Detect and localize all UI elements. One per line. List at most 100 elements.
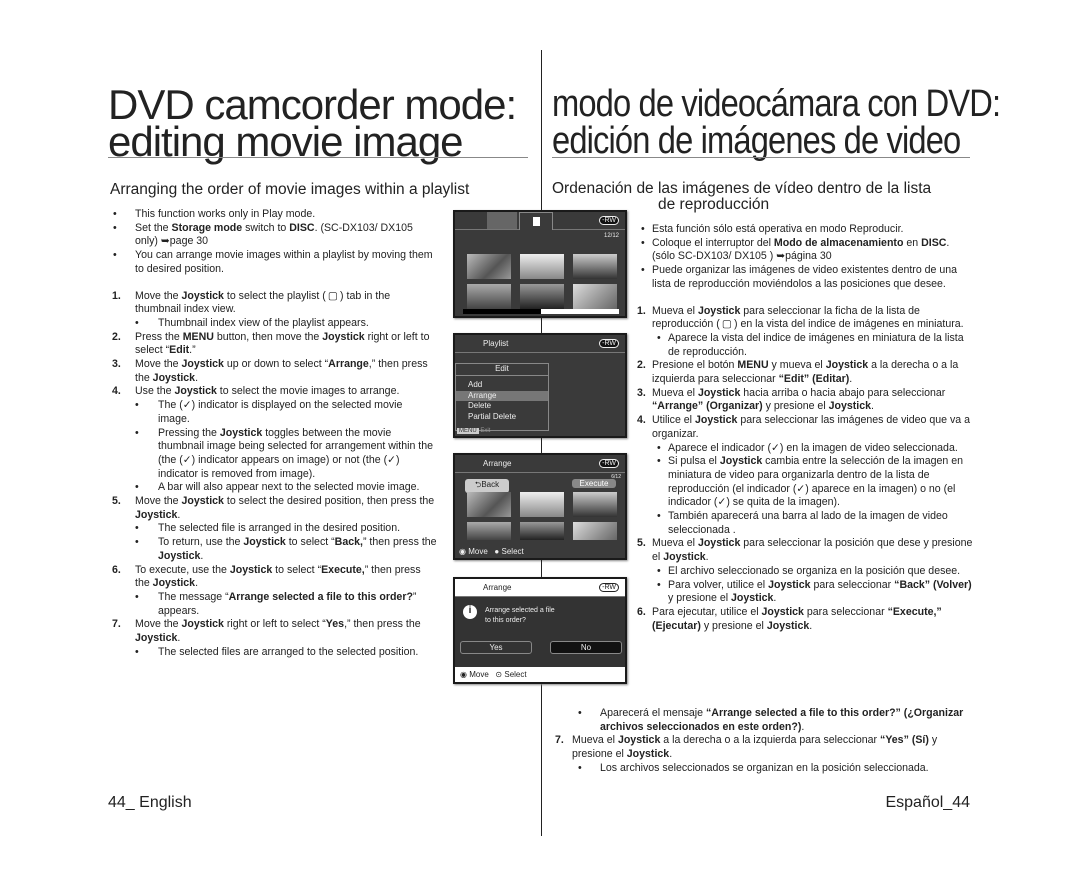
- move-hint: Move: [469, 670, 489, 679]
- text-fragment: .: [801, 720, 805, 733]
- spanish-instructions-continued: • Aparecerá el mensaje “Arrange selected …: [555, 707, 973, 776]
- text-fragment: .: [195, 371, 199, 384]
- spanish-instructions: • Esta función sólo está operativa en mod…: [637, 223, 973, 633]
- exit-label: Exit: [480, 428, 491, 434]
- numbered-step: 4. Use the Joystick to select the movie i…: [112, 385, 437, 399]
- back-button[interactable]: ⮌Back: [465, 479, 509, 493]
- thumbnail[interactable]: [520, 522, 564, 540]
- connector: [541, 560, 542, 577]
- bullet-item: • The message “Arrange selected a file to…: [112, 591, 437, 618]
- text-fragment: .: [809, 619, 813, 632]
- bullet-icon: •: [657, 510, 661, 523]
- dialog-message: Arrange selected a file to this order?: [485, 607, 555, 624]
- text-fragment: .: [773, 592, 777, 605]
- text-fragment: Para ejecutar, utilice el: [652, 605, 762, 618]
- text-fragment: Aparecerá el mensaje: [600, 707, 706, 719]
- disc-rw-icon: -RW: [599, 583, 619, 592]
- bullet-icon: •: [135, 316, 139, 329]
- text-fragment: Joystick: [174, 385, 217, 398]
- title-line: edición de imágenes de video: [552, 120, 961, 162]
- text-fragment: Move the: [135, 289, 182, 302]
- menu-item-delete[interactable]: Delete: [456, 401, 548, 412]
- text-fragment: The message “: [158, 590, 229, 603]
- text-fragment: Joystick: [694, 414, 738, 427]
- text-fragment: right or left to select “: [223, 618, 326, 631]
- menu-item-partial-delete[interactable]: Partial Delete: [456, 412, 548, 423]
- thumbnail[interactable]: [520, 492, 564, 517]
- numbered-step: 5. Mueva el Joystick para seleccionar la …: [637, 537, 973, 564]
- text-fragment: up or down to select “: [223, 358, 329, 371]
- bullet-icon: •: [657, 441, 661, 454]
- bullet-item: • Esta función sólo está operativa en mod…: [637, 223, 973, 237]
- numbered-step: 6. Para ejecutar, utilice el Joystick par…: [637, 606, 973, 633]
- bullet-icon: •: [135, 522, 139, 535]
- menu-key-icon: MENU: [457, 428, 479, 434]
- step-number: 2.: [637, 359, 646, 372]
- bullet-icon: •: [113, 208, 117, 220]
- bullet-item: • You can arrange movie images within a p…: [112, 249, 437, 276]
- text-fragment: to select “: [285, 536, 335, 549]
- menu-item-add[interactable]: Add: [456, 380, 548, 391]
- text-fragment: Pressing the: [158, 426, 220, 439]
- thumbnail-selected[interactable]: [467, 492, 511, 517]
- text-fragment: ,” then press the: [344, 618, 421, 631]
- text-fragment: Joystick: [663, 551, 706, 564]
- counter: 12/12: [603, 233, 619, 239]
- text-fragment: También aparecerá una barra al lado de l…: [668, 510, 948, 536]
- step-number: 5.: [112, 495, 121, 508]
- bullet-item: • Para volver, utilice el Joystick para s…: [637, 579, 973, 606]
- yes-button[interactable]: Yes: [460, 641, 532, 654]
- no-button[interactable]: No: [550, 641, 622, 654]
- page-title-spanish: modo de videocámara con DVD: edición de …: [552, 85, 1001, 162]
- text-fragment: Joystick: [697, 537, 741, 550]
- thumbnail[interactable]: [573, 522, 617, 540]
- numbered-step: 7. Move the Joystick right or left to sel…: [112, 618, 437, 645]
- step-number: 4.: [112, 385, 121, 398]
- screen-edit-menu: Playlist -RW Edit Add Arrange Delete Partia…: [453, 333, 627, 438]
- text-fragment: Joystick: [135, 508, 178, 521]
- bullet-item: • Thumbnail index view of the playlist ap…: [112, 317, 437, 331]
- text-fragment: Joystick: [181, 358, 224, 371]
- scrollbar[interactable]: [463, 309, 619, 314]
- text-fragment: The (✓) indicator is displayed on the se…: [158, 399, 403, 425]
- text-fragment: Joystick: [181, 495, 224, 508]
- connector: [541, 438, 542, 453]
- text-fragment: Joystick: [229, 563, 273, 576]
- bullet-item: • Aparece la vista del indice de imágenes…: [637, 332, 973, 359]
- text-fragment: Para volver, utilice el: [668, 578, 769, 591]
- bullet-item: • Aparece el indicador (✓) en la imagen d…: [637, 442, 973, 456]
- step-number: 2.: [112, 330, 121, 343]
- step-number: 3.: [637, 386, 646, 399]
- numbered-step: 4. Utilice el Joystick para seleccionar l…: [637, 414, 973, 441]
- text-fragment: “Arrange” (Organizar): [652, 400, 763, 413]
- bullet-icon: •: [578, 761, 582, 774]
- tab-icon: [487, 212, 517, 229]
- thumbnail: [467, 284, 511, 309]
- text-fragment: Joystick: [697, 304, 741, 317]
- text-fragment: ” then press the: [362, 536, 437, 549]
- execute-button[interactable]: Execute: [572, 479, 616, 488]
- bullet-icon: •: [657, 455, 661, 468]
- section-subtitle-spanish: Ordenación de las imágenes de vídeo dent…: [552, 181, 931, 213]
- text-fragment: Si pulsa el: [668, 455, 720, 468]
- thumbnail: [467, 254, 511, 279]
- text-fragment: El archivo seleccionado se organiza en l…: [668, 564, 961, 577]
- bullet-icon: •: [641, 223, 645, 235]
- text-fragment: Mueva el: [652, 304, 698, 317]
- text-fragment: To return, use the: [158, 536, 244, 549]
- thumbnail: [573, 254, 617, 279]
- text-fragment: Joystick: [181, 289, 224, 302]
- text-fragment: Utilice el: [652, 414, 695, 427]
- text-fragment: Joystick: [761, 605, 804, 618]
- text-fragment: .: [200, 549, 204, 562]
- thumbnail[interactable]: [573, 492, 617, 517]
- menu-item-arrange[interactable]: Arrange: [456, 390, 548, 401]
- text-fragment: Use the: [135, 385, 175, 398]
- text-fragment: para seleccionar: [803, 605, 888, 618]
- bullet-item: • The selected files are arranged to the …: [112, 646, 437, 660]
- text-fragment: Mueva el: [572, 734, 618, 747]
- thumbnail[interactable]: [467, 522, 511, 540]
- text-fragment: to select “: [272, 563, 322, 576]
- english-instructions: • This function works only in Play mode. •…: [112, 208, 437, 660]
- text-fragment: Joystick: [158, 549, 201, 562]
